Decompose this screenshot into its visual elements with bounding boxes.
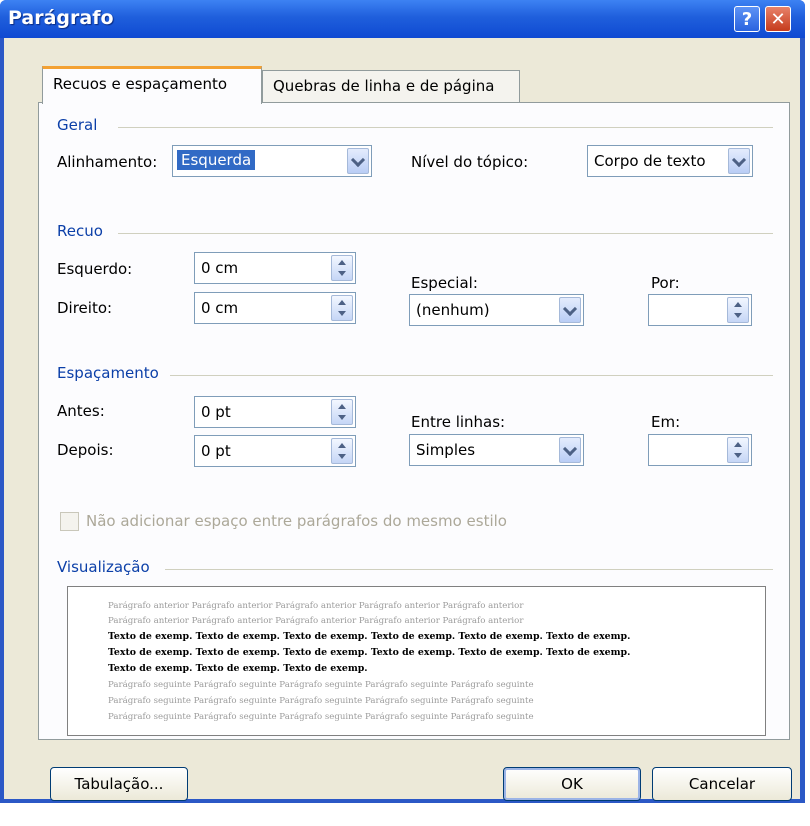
preview-box: Parágrafo anterior Parágrafo anterior Pa… [67,586,766,736]
spinner-arrows-icon[interactable] [331,399,353,425]
por-spinner[interactable] [648,294,752,326]
group-divider [118,127,773,128]
group-geral-label: Geral [57,116,106,134]
alinhamento-value: Esquerda [177,150,256,170]
preview-line: Texto de exemp. Texto de exemp. Texto de… [108,631,631,642]
group-divider [165,569,773,570]
group-recuo-label: Recuo [57,222,111,240]
nao-adicionar-espaco-checkbox[interactable] [60,512,79,531]
preview-line: Parágrafo anterior Parágrafo anterior Pa… [108,616,524,626]
depois-value: 0 pt [201,442,231,460]
preview-line: Texto de exemp. Texto de exemp. Texto de… [108,663,368,674]
chevron-down-icon[interactable] [559,297,581,323]
nivel-topico-value: Corpo de texto [594,152,706,170]
preview-line: Parágrafo anterior Parágrafo anterior Pa… [108,601,524,611]
spinner-arrows-icon[interactable] [727,437,749,463]
especial-label: Especial: [411,274,478,292]
antes-label: Antes: [57,402,105,420]
em-spinner[interactable] [648,434,752,466]
spinner-arrows-icon[interactable] [331,255,353,281]
spinner-arrows-icon[interactable] [727,297,749,323]
help-button[interactable]: ? [734,6,760,32]
especial-select[interactable]: (nenhum) [409,294,584,326]
direito-label: Direito: [57,299,113,317]
esquerdo-value: 0 cm [201,259,239,277]
alinhamento-select[interactable]: Esquerda [172,145,372,177]
especial-value: (nenhum) [416,301,490,319]
depois-spinner[interactable]: 0 pt [194,435,356,467]
esquerdo-label: Esquerdo: [57,260,133,278]
entre-linhas-label: Entre linhas: [411,413,506,431]
tab-quebras-de-linha[interactable]: Quebras de linha e de página [262,70,520,104]
nao-adicionar-espaco-label: Não adicionar espaço entre parágrafos do… [86,512,507,530]
tab-label: Quebras de linha e de página [273,77,495,95]
preview-line: Texto de exemp. Texto de exemp. Texto de… [108,647,631,658]
entre-linhas-select[interactable]: Simples [409,434,584,466]
antes-spinner[interactable]: 0 pt [194,396,356,428]
nivel-topico-select[interactable]: Corpo de texto [587,145,753,177]
dialog-title: Parágrafo [8,7,114,29]
group-visualizacao-label: Visualização [57,558,158,576]
antes-value: 0 pt [201,403,231,421]
depois-label: Depois: [57,441,114,459]
ok-button[interactable]: OK [503,767,641,801]
close-button[interactable]: ✕ [765,6,791,32]
chevron-down-icon[interactable] [728,148,750,174]
tab-label: Recuos e espaçamento [53,75,228,93]
spinner-arrows-icon[interactable] [331,295,353,321]
group-espacamento-label: Espaçamento [57,364,167,382]
entre-linhas-value: Simples [416,441,476,459]
title-bar[interactable]: Parágrafo ? ✕ [0,0,805,38]
chevron-down-icon[interactable] [559,437,581,463]
tab-recuos-espacamento[interactable]: Recuos e espaçamento [42,66,262,104]
tabulacao-button[interactable]: Tabulação... [50,767,188,801]
nivel-topico-label: Nível do tópico: [411,153,529,171]
direito-value: 0 cm [201,299,239,317]
direito-spinner[interactable]: 0 cm [194,292,356,324]
por-label: Por: [651,274,680,292]
alinhamento-label: Alinhamento: [57,153,158,171]
em-label: Em: [651,413,681,431]
spinner-arrows-icon[interactable] [331,438,353,464]
preview-line: Parágrafo seguinte Parágrafo seguinte Pa… [108,696,534,706]
cancelar-button[interactable]: Cancelar [652,767,792,801]
group-divider [118,233,773,234]
chevron-down-icon[interactable] [347,148,369,174]
group-divider [170,375,773,376]
preview-line: Parágrafo seguinte Parágrafo seguinte Pa… [108,680,534,690]
preview-line: Parágrafo seguinte Parágrafo seguinte Pa… [108,712,534,722]
esquerdo-spinner[interactable]: 0 cm [194,252,356,284]
